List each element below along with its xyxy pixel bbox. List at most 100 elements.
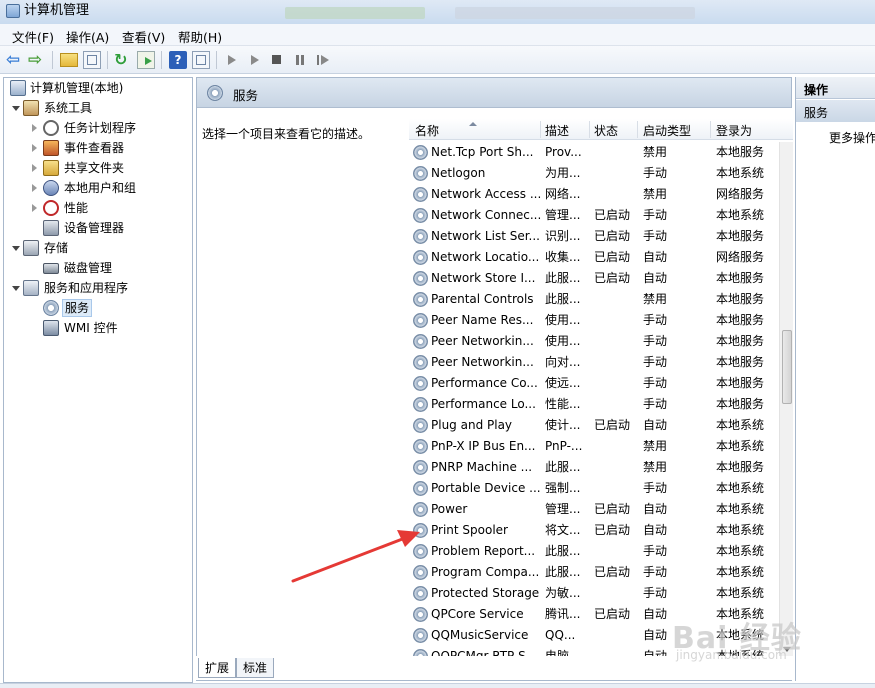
service-description: 管理... — [545, 208, 581, 222]
table-row[interactable]: Netlogon 为用... 手动 本地系统 — [409, 163, 779, 184]
chevron-right-icon[interactable] — [32, 124, 37, 132]
start-service-icon[interactable] — [223, 51, 241, 69]
column-separator[interactable] — [589, 121, 590, 138]
storage-icon — [23, 240, 39, 256]
refresh-icon[interactable]: ↻ — [114, 51, 132, 69]
service-startup-type: 禁用 — [643, 187, 668, 201]
up-folder-icon[interactable] — [60, 53, 78, 67]
service-startup-type: 手动 — [643, 313, 668, 327]
service-log-on-as: 本地服务 — [716, 229, 765, 243]
service-description: 为敏... — [545, 586, 581, 600]
chevron-down-icon[interactable] — [12, 286, 20, 291]
table-row[interactable]: Program Compa... 此服... 已启动 手动 本地系统 — [409, 562, 779, 583]
table-row[interactable]: Peer Networkin... 使用... 手动 本地服务 — [409, 331, 779, 352]
service-description: 识别... — [545, 229, 581, 243]
service-startup-type: 禁用 — [643, 292, 668, 306]
table-row[interactable]: Performance Lo... 性能... 手动 本地服务 — [409, 394, 779, 415]
gear-icon — [207, 85, 223, 101]
chevron-right-icon[interactable] — [32, 204, 37, 212]
clock-icon — [43, 120, 59, 136]
service-status: 已启动 — [594, 250, 631, 264]
scrollbar-thumb[interactable] — [782, 330, 792, 404]
service-name: Performance Co... — [431, 376, 538, 390]
tab-extended[interactable]: 扩展 — [198, 658, 237, 678]
column-separator[interactable] — [637, 121, 638, 138]
column-header-name[interactable]: 名称 — [415, 122, 439, 139]
panel-title: 服务 — [233, 88, 259, 103]
table-row[interactable]: Problem Report... 此服... 手动 本地系统 — [409, 541, 779, 562]
service-description: QQ... — [545, 628, 576, 642]
menu-view[interactable]: 查看(V) — [122, 27, 165, 46]
service-log-on-as: 本地系统 — [716, 502, 765, 516]
chevron-down-icon[interactable] — [12, 246, 20, 251]
computer-icon — [10, 80, 26, 96]
gear-icon — [413, 187, 428, 202]
tree-item-label: 本地用户和组 — [64, 181, 137, 195]
service-description: 为用... — [545, 166, 581, 180]
tree-item-label: 共享文件夹 — [64, 161, 125, 175]
table-row[interactable]: Peer Name Res... 使用... 手动 本地服务 — [409, 310, 779, 331]
service-log-on-as: 本地系统 — [716, 523, 765, 537]
vertical-scrollbar[interactable] — [779, 142, 793, 656]
service-description: 使用... — [545, 313, 581, 327]
table-row[interactable]: Portable Device ... 强制... 手动 本地系统 — [409, 478, 779, 499]
stop-service-icon[interactable] — [268, 51, 286, 69]
table-row[interactable]: Network Access ... 网络... 禁用 网络服务 — [409, 184, 779, 205]
menu-file[interactable]: 文件(F) — [12, 27, 54, 46]
export-list-icon[interactable] — [137, 51, 155, 69]
tree-item-label: 设备管理器 — [64, 221, 125, 235]
service-name: Portable Device ... — [431, 481, 541, 495]
service-name: Print Spooler — [431, 523, 508, 537]
chevron-right-icon[interactable] — [32, 144, 37, 152]
column-separator[interactable] — [710, 121, 711, 138]
service-name: QPCore Service — [431, 607, 524, 621]
table-row[interactable]: PNRP Machine ... 此服... 禁用 本地服务 — [409, 457, 779, 478]
menu-help[interactable]: 帮助(H) — [178, 27, 222, 46]
column-header-description[interactable]: 描述 — [545, 122, 569, 139]
chevron-right-icon[interactable] — [32, 164, 37, 172]
actions-section-services[interactable]: 服务 — [796, 100, 875, 122]
column-separator[interactable] — [540, 121, 541, 138]
actions-title: 操作 — [804, 83, 829, 97]
service-name: PnP-X IP Bus En... — [431, 439, 536, 453]
pause-service-icon[interactable] — [291, 51, 309, 69]
table-row[interactable]: Performance Co... 使远... 手动 本地服务 — [409, 373, 779, 394]
table-row[interactable]: Protected Storage 为敏... 手动 本地系统 — [409, 583, 779, 604]
chevron-down-icon[interactable] — [12, 106, 20, 111]
column-header-status[interactable]: 状态 — [594, 122, 618, 139]
service-startup-type: 手动 — [643, 397, 668, 411]
services-apps-icon — [23, 280, 39, 296]
gear-icon — [413, 481, 428, 496]
table-row[interactable]: Network Locatio... 收集... 已启动 自动 网络服务 — [409, 247, 779, 268]
chevron-right-icon[interactable] — [32, 184, 37, 192]
table-row[interactable]: Plug and Play 使计... 已启动 自动 本地系统 — [409, 415, 779, 436]
show-hide-action-pane-icon[interactable] — [192, 51, 210, 69]
table-row-print-spooler[interactable]: Print Spooler 将文... 已启动 自动 本地系统 — [409, 520, 779, 541]
forward-icon[interactable]: ⇨ — [28, 51, 46, 69]
help-icon[interactable]: ? — [169, 51, 187, 69]
more-actions-link[interactable]: 更多操作 — [829, 129, 875, 146]
table-row[interactable]: Parental Controls 此服... 禁用 本地服务 — [409, 289, 779, 310]
table-row[interactable]: Power 管理... 已启动 自动 本地系统 — [409, 499, 779, 520]
table-row[interactable]: PnP-X IP Bus En... PnP-... 禁用 本地系统 — [409, 436, 779, 457]
table-row[interactable]: Network List Ser... 识别... 已启动 手动 本地服务 — [409, 226, 779, 247]
table-row[interactable]: Network Connec... 管理... 已启动 手动 本地系统 — [409, 205, 779, 226]
menu-action[interactable]: 操作(A) — [66, 27, 109, 46]
tab-standard[interactable]: 标准 — [236, 658, 275, 678]
service-name: Performance Lo... — [431, 397, 536, 411]
list-header: 名称 描述 状态 启动类型 登录为 — [409, 119, 793, 140]
toolbar-separator — [52, 51, 53, 69]
table-row[interactable]: Net.Tcp Port Sh... Prov... 禁用 本地服务 — [409, 142, 779, 163]
start-service-icon[interactable] — [246, 51, 264, 69]
gear-icon — [413, 229, 428, 244]
column-header-startup-type[interactable]: 启动类型 — [643, 122, 691, 139]
service-name: Peer Name Res... — [431, 313, 534, 327]
table-row[interactable]: Network Store I... 此服... 已启动 自动 本地服务 — [409, 268, 779, 289]
service-name: PNRP Machine ... — [431, 460, 533, 474]
table-row[interactable]: Peer Networkin... 向对... 手动 本地服务 — [409, 352, 779, 373]
gear-icon — [413, 355, 428, 370]
show-hide-tree-icon[interactable] — [83, 51, 101, 69]
column-header-log-on-as[interactable]: 登录为 — [716, 122, 752, 139]
restart-service-icon[interactable] — [314, 51, 332, 69]
back-icon[interactable]: ⇦ — [6, 51, 24, 69]
